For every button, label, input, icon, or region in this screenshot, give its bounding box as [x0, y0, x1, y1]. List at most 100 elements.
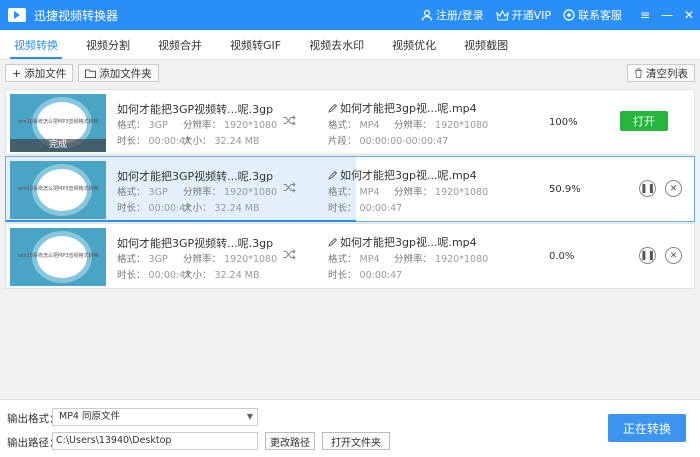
shuffle-icon	[283, 182, 296, 193]
source-size-value: 32.24 MB	[214, 136, 260, 147]
output-file-name-text: 如何才能把3gp视...呢.mp4	[340, 236, 477, 249]
source-resolution-value: 1920*1080	[224, 254, 278, 265]
source-format-value: 3GP	[148, 187, 168, 198]
resolution-label: 分辨率：	[183, 254, 222, 265]
source-size-value: 32.24 MB	[214, 203, 260, 214]
toolbar: + 添加文件 添加文件夹 清空列表	[0, 61, 700, 85]
output-file-name[interactable]: 如何才能把3gp视...呢.mp4	[328, 167, 477, 183]
format-label: 格式：	[117, 254, 146, 265]
output-resolution-value: 1920*1080	[435, 120, 489, 131]
menu-button[interactable]: ≡	[634, 0, 656, 30]
task-row[interactable]: win10系统怎么把MP3音频格式转换 完成 如何才能把3GP视频转...呢.3…	[5, 89, 695, 155]
edit-pencil-icon[interactable]	[328, 103, 337, 113]
task-row[interactable]: win10系统怎么把MP3音频格式转换 如何才能把3GP视频转...呢.3gp …	[5, 223, 695, 289]
output-format-value: MP4	[359, 187, 380, 198]
output-duration: 时长： 00:00:47	[328, 200, 402, 214]
resolution-label: 分辨率：	[394, 120, 433, 131]
duration-label: 时长：	[328, 270, 357, 281]
resolution-label: 分辨率：	[183, 187, 222, 198]
source-duration: 时长： 00:00:47	[117, 200, 191, 214]
format-label: 格式：	[328, 120, 357, 131]
login-link[interactable]: 注册/登录	[421, 7, 484, 23]
clear-list-label: 清空列表	[646, 67, 688, 80]
size-label: 大小：	[183, 136, 212, 147]
progress-percent: 50.9%	[549, 184, 581, 195]
output-format-value: MP4	[359, 120, 380, 131]
convert-button[interactable]: 正在转换	[608, 414, 686, 442]
clear-list-button[interactable]: 清空列表	[627, 64, 695, 82]
add-file-label: 添加文件	[24, 67, 67, 80]
tab-video-optimize[interactable]: 视频优化	[378, 30, 450, 59]
user-icon	[421, 9, 432, 21]
tab-video-screenshot[interactable]: 视频截图	[450, 30, 522, 59]
output-duration-value: 00:00:47	[359, 203, 403, 214]
add-file-button[interactable]: + 添加文件	[5, 64, 74, 82]
source-size-value: 32.24 MB	[214, 270, 260, 281]
login-label: 注册/登录	[435, 9, 484, 22]
minimize-button[interactable]: —	[656, 0, 678, 30]
pause-button[interactable]: ❚❚	[639, 180, 656, 197]
output-file-name[interactable]: 如何才能把3gp视...呢.mp4	[328, 234, 477, 250]
source-resolution: 分辨率： 1920*1080	[183, 251, 277, 265]
output-resolution: 分辨率： 1920*1080	[394, 251, 488, 265]
tab-video-merge[interactable]: 视频合并	[144, 30, 216, 59]
format-label: 格式：	[117, 187, 146, 198]
source-size: 大小： 32.24 MB	[183, 200, 259, 214]
pause-icon: ❚❚	[639, 183, 656, 194]
add-folder-label: 添加文件夹	[99, 67, 152, 80]
vip-link[interactable]: 开通VIP	[495, 7, 551, 23]
progress-percent: 100%	[549, 117, 578, 128]
tab-video-convert[interactable]: 视频转换	[0, 30, 72, 59]
progress-bar	[6, 220, 357, 222]
pause-icon: ❚❚	[639, 250, 656, 261]
duration-label: 时长：	[328, 203, 357, 214]
cancel-task-button[interactable]: ✕	[665, 247, 682, 264]
output-format-value: MP4	[359, 254, 380, 265]
support-link[interactable]: 联系客服	[563, 7, 622, 23]
tab-remove-watermark[interactable]: 视频去水印	[295, 30, 378, 59]
close-button[interactable]: ✕	[678, 0, 700, 30]
support-label: 联系客服	[578, 9, 622, 22]
size-label: 大小：	[183, 270, 212, 281]
source-format: 格式： 3GP	[117, 184, 168, 198]
cancel-task-button[interactable]: ✕	[665, 180, 682, 197]
source-format-value: 3GP	[148, 254, 168, 265]
close-icon: ✕	[669, 250, 678, 261]
resolution-label: 分辨率：	[394, 254, 433, 265]
duration-label: 时长：	[117, 203, 146, 214]
thumbnail-caption: win10系统怎么把MP3音频格式转换	[18, 253, 99, 259]
open-button[interactable]: 打开	[620, 111, 668, 131]
output-resolution-value: 1920*1080	[435, 254, 489, 265]
done-status-band: 完成	[10, 139, 106, 152]
pause-button[interactable]: ❚❚	[639, 247, 656, 264]
source-duration: 时长： 00:00:47	[117, 267, 191, 281]
output-file-name[interactable]: 如何才能把3gp视...呢.mp4	[328, 100, 477, 116]
folder-icon	[85, 69, 97, 78]
source-resolution-value: 1920*1080	[224, 120, 278, 131]
video-thumbnail: win10系统怎么把MP3音频格式转换	[10, 161, 106, 219]
video-thumbnail: win10系统怎么把MP3音频格式转换	[10, 228, 106, 286]
app-title: 迅捷视频转换器	[34, 8, 119, 23]
trash-icon	[635, 68, 642, 78]
output-clip-value: 00:00:00-00:00:47	[359, 136, 449, 147]
feature-tabs: 视频转换 视频分割 视频合并 视频转GIF 视频去水印 视频优化 视频截图	[0, 30, 700, 60]
format-label: 格式：	[328, 187, 357, 198]
edit-pencil-icon[interactable]	[328, 237, 337, 247]
output-path-input[interactable]: C:\Users\13940\Desktop	[52, 432, 258, 450]
resolution-label: 分辨率：	[394, 187, 433, 198]
edit-pencil-icon[interactable]	[328, 170, 337, 180]
output-format-select[interactable]: MP4 同原文件 ▼	[52, 408, 258, 426]
open-folder-button[interactable]: 打开文件夹	[322, 432, 390, 450]
duration-label: 时长：	[117, 270, 146, 281]
tab-video-to-gif[interactable]: 视频转GIF	[216, 30, 295, 59]
add-folder-button[interactable]: 添加文件夹	[78, 64, 159, 82]
tab-video-split[interactable]: 视频分割	[72, 30, 144, 59]
shuffle-icon	[283, 115, 296, 126]
source-resolution: 分辨率： 1920*1080	[183, 117, 277, 131]
output-format: 格式： MP4	[328, 184, 380, 198]
source-format-value: 3GP	[148, 120, 168, 131]
crown-icon	[495, 9, 509, 21]
task-row[interactable]: win10系统怎么把MP3音频格式转换 如何才能把3GP视频转...呢.3gp …	[5, 156, 695, 222]
shuffle-icon	[283, 249, 296, 260]
change-path-button[interactable]: 更改路径	[265, 432, 315, 450]
